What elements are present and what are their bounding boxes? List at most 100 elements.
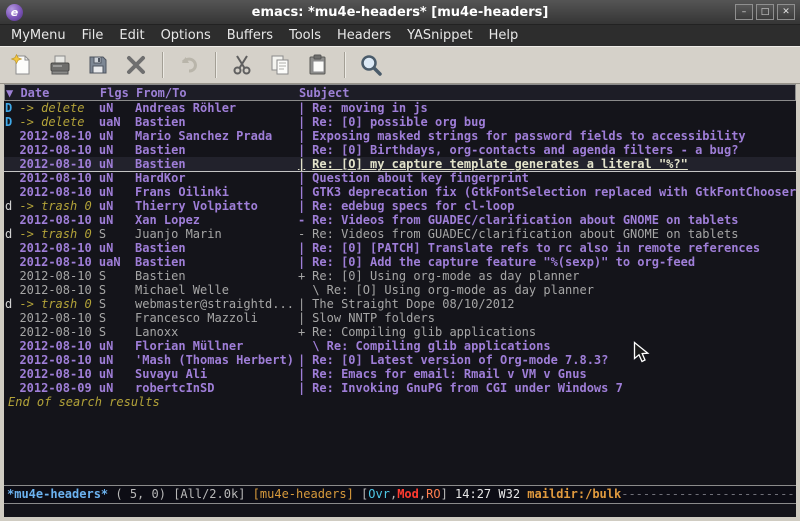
thread-prefix-icon: | [298, 241, 305, 255]
thread-prefix-icon: | [298, 311, 305, 325]
message-from: Bastien [135, 143, 294, 157]
message-row[interactable]: 2012-08-10 uaN Bastien | Re: [0] Add the… [4, 255, 796, 269]
message-row[interactable]: 2012-08-10 uN Bastien | Re: [0] [PATCH] … [4, 241, 796, 255]
copy-button[interactable] [264, 49, 296, 81]
message-date: -> trash 0 [19, 199, 91, 213]
modeline-segment: [ [354, 487, 368, 501]
message-row[interactable]: 2012-08-10 uN Bastien | Re: [O] my captu… [4, 157, 796, 171]
message-row[interactable]: d -> trash 0 S webmaster@straightd... | … [4, 297, 796, 311]
thread-prefix-icon: | [298, 115, 305, 129]
thread-prefix-icon: | [298, 171, 305, 185]
sort-indicator-icon[interactable]: ▼ [6, 86, 20, 100]
message-row[interactable]: 2012-08-10 S Lanoxx + Re: Compiling glib… [4, 325, 796, 339]
close-buffer-button[interactable] [120, 49, 152, 81]
message-row[interactable]: D -> delete uaN Bastien | Re: [0] possib… [4, 115, 796, 129]
mark-char: d [5, 227, 19, 241]
thread-prefix-icon: | [298, 157, 305, 171]
paste-icon [306, 53, 330, 77]
maximize-button[interactable]: □ [756, 4, 774, 20]
open-button[interactable] [44, 49, 76, 81]
message-row[interactable]: 2012-08-10 uN HardKor | Question about k… [4, 171, 796, 185]
message-row[interactable]: 2012-08-10 uN Bastien | Re: [0] Birthday… [4, 143, 796, 157]
menu-item-mymenu[interactable]: MyMenu [3, 26, 74, 45]
message-subject: Re: edebug specs for cl-loop [312, 199, 796, 213]
message-subject: Re: [0] [PATCH] Translate refs to rc als… [312, 241, 796, 255]
menu-item-yasnippet[interactable]: YASnippet [399, 26, 481, 45]
thread-prefix-icon: | [298, 255, 305, 269]
message-from: HardKor [135, 171, 294, 185]
minimize-button[interactable]: – [735, 4, 753, 20]
message-row[interactable]: D -> delete uN Andreas Röhler | Re: movi… [4, 101, 796, 115]
message-row[interactable]: 2012-08-10 uN Frans Oilinki | GTK3 depre… [4, 185, 796, 199]
toolbar-separator [215, 52, 217, 78]
menu-item-tools[interactable]: Tools [281, 26, 329, 45]
message-flags: uN [99, 353, 135, 367]
message-subject: Re: [0] Latest version of Org-mode 7.8.3… [312, 353, 796, 367]
message-subject: Re: [0] Add the capture feature "%(sexp)… [312, 255, 796, 269]
menu-item-options[interactable]: Options [153, 26, 219, 45]
message-date: 2012-08-10 [19, 171, 91, 185]
message-row[interactable]: d -> trash 0 uN Thierry Volpiatto | Re: … [4, 199, 796, 213]
save-button[interactable] [82, 49, 114, 81]
close-button[interactable]: ✕ [777, 4, 795, 20]
message-row[interactable]: 2012-08-09 uN robertcInSD | Re: Invoking… [4, 381, 796, 395]
mark-char [5, 143, 19, 157]
modeline-segment: ] [441, 487, 455, 501]
modeline-segment: 14:27 [455, 487, 498, 501]
message-row[interactable]: 2012-08-10 uN Mario Sanchez Prada | Expo… [4, 129, 796, 143]
mark-char: D [5, 101, 19, 115]
thread-prefix-icon: | [298, 353, 305, 367]
close-buffer-icon [124, 53, 148, 77]
modeline-segment: W32 [498, 487, 527, 501]
search-button[interactable] [355, 49, 387, 81]
menu-item-help[interactable]: Help [481, 26, 527, 45]
message-subject: Re: Videos from GUADEC/clarification abo… [312, 227, 796, 241]
mark-char [5, 353, 19, 367]
message-from: Juanjo Marin [135, 227, 294, 241]
modeline-segment: RO [426, 487, 440, 501]
echo-area[interactable] [4, 504, 796, 517]
thread-prefix-icon: \ [298, 283, 320, 297]
message-flags: uN [99, 381, 135, 395]
menu-item-edit[interactable]: Edit [111, 26, 152, 45]
mark-char [5, 367, 19, 381]
message-subject: Re: moving in js [312, 101, 796, 115]
menu-item-file[interactable]: File [74, 26, 112, 45]
message-row[interactable]: 2012-08-10 S Michael Welle \ Re: [O] Usi… [4, 283, 796, 297]
search-icon [358, 52, 384, 78]
modeline-segment: *mu4e-headers* [7, 487, 108, 501]
message-from: 'Mash (Thomas Herbert) [135, 353, 294, 367]
message-row[interactable]: 2012-08-10 S Francesco Mazzoli | Slow NN… [4, 311, 796, 325]
message-from: Frans Oilinki [135, 185, 294, 199]
message-row[interactable]: 2012-08-10 uN Florian Müllner \ Re: Comp… [4, 339, 796, 353]
title-bar[interactable]: e emacs: *mu4e-headers* [mu4e-headers] –… [0, 0, 800, 25]
new-file-button[interactable] [6, 49, 38, 81]
message-date: 2012-08-10 [19, 283, 91, 297]
message-flags: uN [99, 101, 135, 115]
paste-button[interactable] [302, 49, 334, 81]
message-flags: S [99, 311, 135, 325]
mode-line[interactable]: *mu4e-headers* ( 5, 0) [All/2.0k] [mu4e-… [4, 485, 796, 504]
thread-prefix-icon: | [298, 297, 305, 311]
message-row[interactable]: 2012-08-10 uN 'Mash (Thomas Herbert) | R… [4, 353, 796, 367]
message-from: webmaster@straightd... [135, 297, 294, 311]
message-flags: uN [99, 157, 135, 171]
message-row[interactable]: 2012-08-10 S Bastien + Re: [0] Using org… [4, 269, 796, 283]
undo-button[interactable] [173, 49, 205, 81]
emacs-icon[interactable]: e [6, 4, 23, 21]
menu-item-headers[interactable]: Headers [329, 26, 399, 45]
message-subject: GTK3 deprecation fix (GtkFontSelection r… [312, 185, 796, 199]
cut-button[interactable] [226, 49, 258, 81]
save-icon [86, 53, 110, 77]
menu-item-buffers[interactable]: Buffers [219, 26, 281, 45]
message-row[interactable]: 2012-08-10 uN Suvayu Ali | Re: Emacs for… [4, 367, 796, 381]
thread-prefix-icon: + [298, 325, 305, 339]
message-date: -> trash 0 [19, 297, 91, 311]
message-subject: Re: Invoking GnuPG from CGI under Window… [312, 381, 796, 395]
message-row[interactable]: d -> trash 0 S Juanjo Marin - Re: Videos… [4, 227, 796, 241]
message-row[interactable]: 2012-08-10 uN Xan Lopez - Re: Videos fro… [4, 213, 796, 227]
column-header-date[interactable]: Date [20, 86, 92, 100]
column-header-subject: Subject [299, 86, 350, 100]
modeline-segment: Ovr [368, 487, 390, 501]
message-from: Francesco Mazzoli [135, 311, 294, 325]
